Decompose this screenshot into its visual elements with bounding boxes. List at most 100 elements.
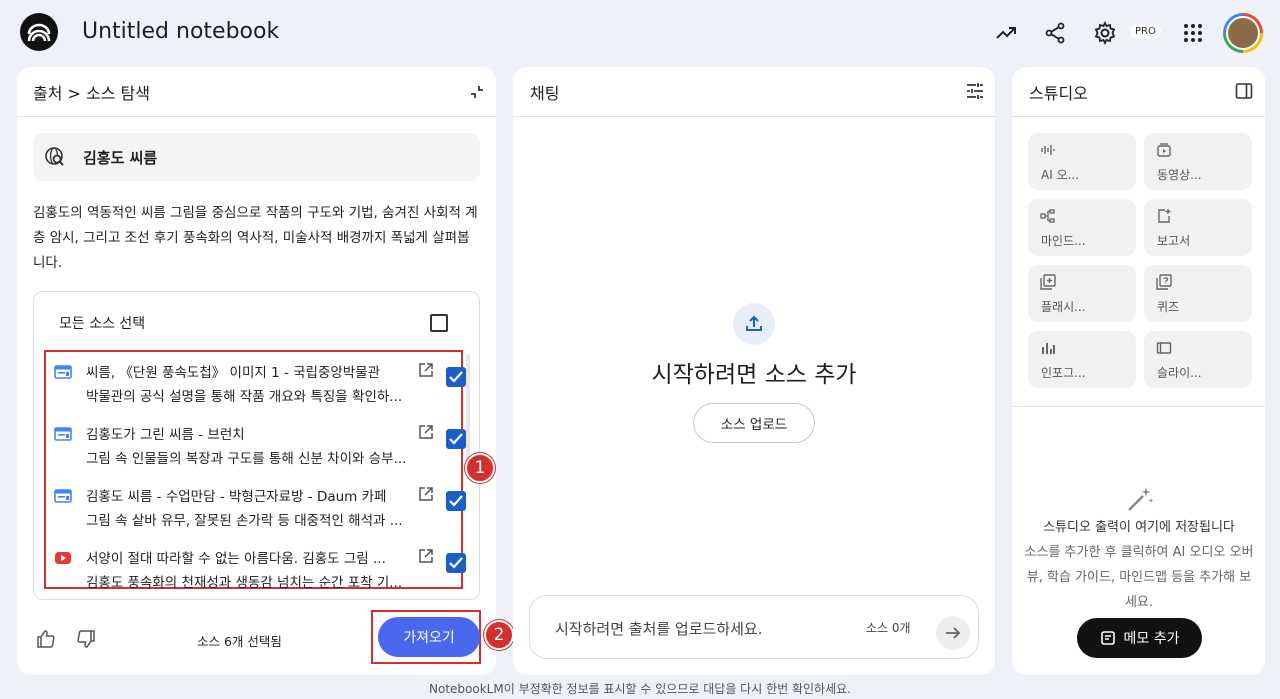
- quiz-icon: [1156, 274, 1172, 290]
- notebooklm-logo-icon[interactable]: [20, 13, 58, 51]
- chat-source-count: 소스 0개: [866, 621, 911, 635]
- tile-label: 인포그...: [1041, 366, 1086, 380]
- sidebar-toggle-icon[interactable]: [1235, 82, 1253, 100]
- panel-divider: [1012, 116, 1265, 117]
- annotation-badge-2: 2: [484, 620, 514, 650]
- studio-empty-state: 스튜디오 출력이 여기에 저장됩니다 소스를 추가한 후 클릭하여 AI 오디오…: [1024, 515, 1254, 615]
- source-item[interactable]: 김홍도 씨름 - 수업만담 - 박형근자료방 - Daum 카페 그림 속 샅바…: [52, 481, 466, 537]
- send-button[interactable]: [936, 616, 970, 650]
- import-button[interactable]: 가져오기: [378, 617, 480, 657]
- discover-query: 김홍도 씨름: [33, 133, 480, 181]
- chat-empty-title: 시작하려면 소스 추가: [651, 362, 857, 388]
- sources-panel: 출처 > 소스 탐색 김홍도 씨름 김홍도의 역동적인 씨름 그림을 중심으로 …: [17, 67, 514, 675]
- source-summary: 김홍도 풍속화의 천재성과 생동감 넘치는 순간 포착 기...: [86, 575, 403, 591]
- source-title: 씨름, 《단원 풍속도첩》 이미지 1 - 국립중앙박물관: [86, 365, 381, 381]
- source-item[interactable]: 서양이 절대 따라할 수 없는 아름다움. 김홍도 그림 ... 김홍도 풍속화…: [52, 543, 466, 599]
- source-checkbox[interactable]: [446, 367, 466, 387]
- disclaimer: NotebookLM이 부정확한 정보를 표시할 수 있으므로 대답을 다시 한…: [429, 682, 851, 696]
- collapse-icon[interactable]: [468, 83, 486, 101]
- open-external-icon[interactable]: [418, 424, 434, 440]
- add-memo-button[interactable]: 메모 추가: [1077, 618, 1202, 658]
- sources-footer: 소스 6개 선택됨 가져오기: [17, 610, 496, 664]
- web-search-icon: [43, 145, 67, 169]
- chat-input[interactable]: 시작하려면 출처를 업로드하세요. 소스 0개: [529, 595, 979, 659]
- source-checkbox[interactable]: [446, 491, 466, 511]
- studio-tile-slides[interactable]: 슬라이...: [1144, 331, 1252, 388]
- web-page-icon: [54, 426, 72, 441]
- add-memo-label: 메모 추가: [1123, 631, 1180, 647]
- upload-icon: [733, 303, 775, 345]
- studio-tile-video[interactable]: 동영상...: [1144, 133, 1252, 190]
- web-page-icon: [54, 364, 72, 379]
- select-all-label: 모든 소스 선택: [59, 316, 146, 332]
- studio-tile-infographic[interactable]: 인포그...: [1028, 331, 1136, 388]
- flashcard-icon: [1040, 274, 1056, 290]
- studio-tile-quiz[interactable]: 퀴즈: [1144, 265, 1252, 322]
- tune-settings-icon[interactable]: [965, 81, 985, 101]
- share-icon[interactable]: [1042, 20, 1068, 46]
- top-bar: Untitled notebook PRO: [0, 0, 1280, 66]
- source-item[interactable]: 씨름, 《단원 풍속도첩》 이미지 1 - 국립중앙박물관 박물관의 공식 설명…: [52, 357, 466, 413]
- slides-icon: [1156, 340, 1172, 356]
- web-page-icon: [54, 488, 72, 503]
- settings-gear-icon[interactable]: [1092, 20, 1118, 46]
- tile-label: 보고서: [1157, 234, 1191, 248]
- studio-tile-report[interactable]: 보고서: [1144, 199, 1252, 256]
- source-summary: 그림 속 인물들의 복장과 구도를 통해 신분 차이와 승부...: [86, 451, 407, 467]
- source-title: 김홍도가 그린 씨름 - 브런치: [86, 427, 245, 443]
- open-external-icon[interactable]: [418, 548, 434, 564]
- source-item[interactable]: 김홍도가 그린 씨름 - 브런치 그림 속 인물들의 복장과 구도를 통해 신분…: [52, 419, 466, 475]
- magic-wand-icon: [1126, 485, 1154, 513]
- source-checkbox[interactable]: [446, 429, 466, 449]
- source-checkbox[interactable]: [446, 553, 466, 573]
- youtube-icon: [54, 550, 72, 564]
- panel-divider: [17, 116, 496, 117]
- apps-grid-icon[interactable]: [1180, 20, 1206, 46]
- chat-input-placeholder: 시작하려면 출처를 업로드하세요.: [555, 620, 763, 638]
- tile-label: 슬라이...: [1157, 366, 1202, 380]
- infographic-icon: [1040, 340, 1056, 356]
- studio-divider: [1012, 406, 1265, 407]
- tile-label: 퀴즈: [1157, 300, 1180, 314]
- thumbs-up-icon[interactable]: [36, 629, 56, 649]
- source-summary: 박물관의 공식 설명을 통해 작품 개요와 특징을 확인하...: [86, 389, 403, 405]
- open-external-icon[interactable]: [418, 486, 434, 502]
- panel-divider: [513, 116, 995, 117]
- annotation-badge-1: 1: [465, 453, 495, 483]
- report-icon: [1156, 208, 1172, 224]
- analytics-icon[interactable]: [993, 20, 1019, 46]
- source-title: 김홍도 씨름 - 수업만담 - 박형근자료방 - Daum 카페: [86, 489, 387, 505]
- mindmap-icon: [1040, 208, 1056, 224]
- upload-source-button[interactable]: 소스 업로드: [693, 403, 815, 443]
- studio-tile-mindmap[interactable]: 마인드...: [1028, 199, 1136, 256]
- tile-label: 플래시...: [1041, 300, 1086, 314]
- audio-icon: [1040, 142, 1056, 158]
- pro-badge: PRO: [1130, 24, 1161, 39]
- chat-title: 채팅: [530, 84, 560, 103]
- studio-title: 스튜디오: [1029, 84, 1088, 103]
- studio-tile-flashcards[interactable]: 플래시...: [1028, 265, 1136, 322]
- source-list: 모든 소스 선택 씨름, 《단원 풍속도첩》 이미지 1 - 국립중앙박물관 박…: [33, 291, 480, 600]
- tile-label: 동영상...: [1157, 168, 1202, 182]
- chat-panel: 채팅 시작하려면 소스 추가 소스 업로드 시작하려면 출처를 업로드하세요. …: [513, 67, 995, 675]
- arrow-right-icon: [946, 627, 961, 639]
- tile-label: AI 오...: [1041, 168, 1080, 182]
- studio-empty-heading: 스튜디오 출력이 여기에 저장됩니다: [1043, 520, 1235, 535]
- thumbs-down-icon[interactable]: [76, 629, 96, 649]
- studio-empty-body: 소스를 추가한 후 클릭하여 AI 오디오 오버뷰, 학습 가이드, 마인드맵 …: [1024, 545, 1254, 610]
- tile-label: 마인드...: [1041, 234, 1086, 248]
- video-icon: [1156, 142, 1172, 158]
- select-all-checkbox[interactable]: [430, 314, 448, 332]
- source-summary: 그림 속 샅바 유무, 잘못된 손가락 등 대중적인 해석과 ...: [86, 513, 403, 529]
- discover-description: 김홍도의 역동적인 씨름 그림을 중심으로 작품의 구도와 기법, 숨겨진 사회…: [33, 205, 478, 271]
- notebook-title[interactable]: Untitled notebook: [82, 19, 279, 44]
- breadcrumb[interactable]: 출처 > 소스 탐색: [33, 80, 150, 104]
- query-text: 김홍도 씨름: [83, 149, 158, 167]
- studio-panel: 스튜디오 AI 오... 동영상... 마인드... 보고서 플래시... 퀴즈…: [1012, 67, 1265, 675]
- source-title: 서양이 절대 따라할 수 없는 아름다움. 김홍도 그림 ...: [86, 551, 386, 567]
- open-external-icon[interactable]: [418, 362, 434, 378]
- note-icon: [1100, 631, 1115, 645]
- user-avatar[interactable]: [1223, 13, 1263, 53]
- selected-count: 소스 6개 선택됨: [197, 634, 282, 649]
- studio-tile-audio[interactable]: AI 오...: [1028, 133, 1136, 190]
